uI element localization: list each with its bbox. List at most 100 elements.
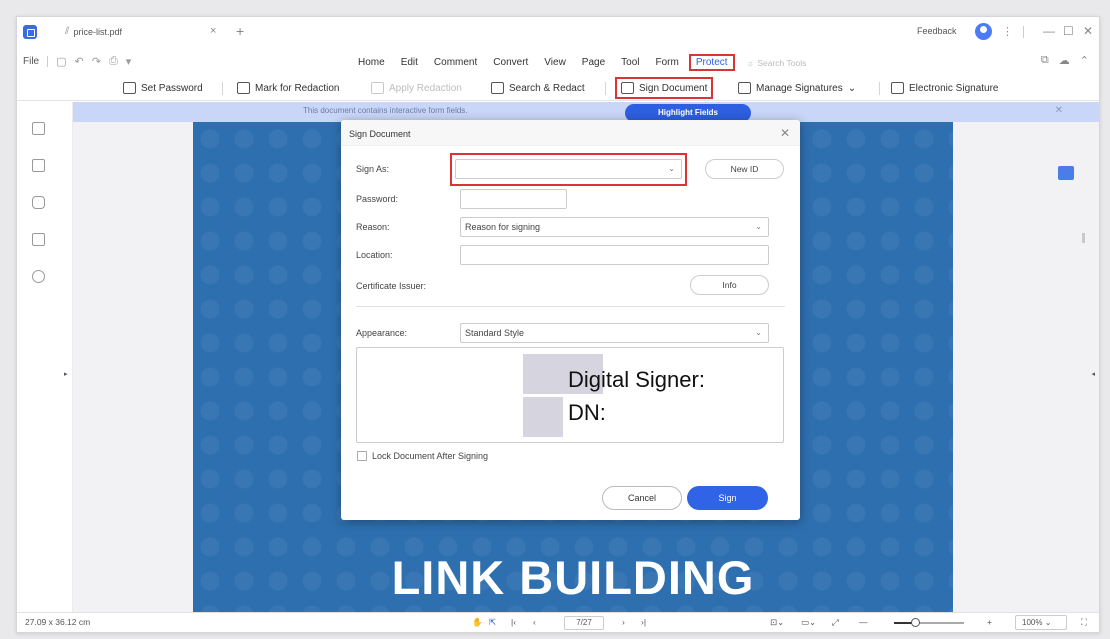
undo-icon[interactable]: ↶ — [75, 55, 84, 68]
file-menu[interactable]: File — [23, 56, 39, 67]
quick-access-bar: File ▢ ↶ ↷ ⎙ ▾ — [23, 55, 131, 68]
chevron-down-icon: ⌄ — [755, 328, 762, 337]
apply-redaction-button[interactable]: Apply Redaction — [371, 79, 462, 97]
print-icon[interactable]: ⎙ — [109, 55, 118, 68]
info-button[interactable]: Info — [690, 275, 769, 295]
page-layout-icon[interactable]: ⊡⌄ — [770, 617, 784, 628]
sign-button[interactable]: Sign — [687, 486, 768, 510]
feedback-link[interactable]: Feedback — [917, 26, 957, 36]
previous-page-icon[interactable]: ‹ — [533, 617, 536, 627]
sign-document-button[interactable]: Sign Document — [615, 77, 714, 99]
preview-image-block — [523, 397, 563, 437]
new-id-button[interactable]: New ID — [705, 159, 784, 179]
location-field[interactable] — [460, 245, 769, 265]
zoom-slider-handle[interactable] — [911, 618, 920, 627]
minimize-icon[interactable]: — — [1043, 24, 1055, 38]
customize-dropdown-icon[interactable]: ▾ — [126, 55, 132, 68]
electronic-signature-button[interactable]: Electronic Signature — [891, 79, 999, 97]
menu-home[interactable]: Home — [350, 57, 393, 68]
lock-document-checkbox[interactable] — [357, 451, 367, 461]
pdf-file-icon: ⫽ — [65, 26, 70, 37]
zoom-slider[interactable] — [894, 622, 964, 624]
menu-view[interactable]: View — [536, 57, 574, 68]
reason-select[interactable]: Reason for signing ⌄ — [460, 217, 769, 237]
cloud-upload-icon[interactable]: ☁ — [1059, 54, 1070, 67]
first-page-icon[interactable]: |‹ — [511, 617, 516, 627]
lightbulb-icon: ☼ — [746, 57, 755, 68]
comment-icon[interactable] — [32, 196, 45, 209]
status-bar: 27.09 x 36.12 cm ✋ ⇱ |‹ ‹ 7/27 › ›| ⊡⌄ ▭… — [17, 612, 1099, 632]
menu-comment[interactable]: Comment — [426, 57, 485, 68]
zoom-out-icon[interactable]: — — [859, 617, 868, 627]
collapse-ribbon-icon[interactable]: ⌃ — [1080, 54, 1089, 67]
zoom-value: 100% — [1022, 618, 1043, 627]
select-tool-icon[interactable]: ⇱ — [489, 617, 496, 628]
expand-sidebar-icon[interactable]: ▸ — [64, 370, 68, 378]
hand-tool-icon[interactable]: ✋ — [472, 617, 483, 628]
lock-document-option[interactable]: Lock Document After Signing — [357, 451, 488, 461]
word-convert-icon[interactable] — [1058, 166, 1074, 180]
zoom-in-icon[interactable]: + — [987, 617, 992, 627]
divider — [1023, 26, 1024, 38]
certificate-issuer-label: Certificate Issuer: — [356, 281, 427, 291]
close-dialog-icon[interactable]: ✕ — [780, 126, 790, 140]
signature-icon — [738, 82, 751, 94]
menu-page[interactable]: Page — [574, 57, 613, 68]
chevron-down-icon: ⌄ — [847, 82, 857, 94]
chevron-down-icon: ⌄ — [755, 222, 762, 231]
cancel-button[interactable]: Cancel — [602, 486, 682, 510]
menu-form[interactable]: Form — [648, 57, 687, 68]
password-field[interactable] — [460, 189, 567, 209]
sign-document-dialog: Sign Document ✕ Sign As: ⌄ New ID Passwo… — [341, 120, 800, 520]
bookmark-icon[interactable] — [32, 159, 45, 172]
manage-signatures-label: Manage Signatures — [756, 82, 843, 94]
sign-as-label: Sign As: — [356, 164, 390, 174]
more-options-icon[interactable]: ⋮ — [1002, 25, 1013, 38]
location-label: Location: — [356, 250, 393, 260]
dialog-title: Sign Document — [349, 129, 411, 139]
appearance-select[interactable]: Standard Style ⌄ — [460, 323, 769, 343]
manage-signatures-button[interactable]: Manage Signatures ⌄ — [738, 79, 856, 97]
search-tools[interactable]: ☼ Search Tools — [747, 58, 807, 68]
highlight-box — [450, 153, 687, 186]
password-label: Password: — [356, 194, 399, 204]
left-sidebar: ▸ — [17, 102, 73, 612]
tab-title: price-list.pdf — [73, 26, 122, 37]
fit-page-icon[interactable]: ⤢ — [832, 617, 839, 628]
new-tab-icon[interactable]: + — [236, 23, 244, 39]
appearance-label: Appearance: — [356, 328, 408, 338]
redo-icon[interactable]: ↷ — [92, 55, 101, 68]
document-tab[interactable]: ⫽ price-list.pdf — [65, 26, 122, 37]
apply-redaction-label: Apply Redaction — [389, 82, 462, 94]
maximize-icon[interactable]: ☐ — [1063, 24, 1074, 38]
last-page-icon[interactable]: ›| — [641, 617, 646, 627]
mark-for-redaction-label: Mark for Redaction — [255, 82, 340, 94]
zoom-select[interactable]: 100% ⌄ — [1015, 615, 1067, 630]
electronic-signature-icon — [891, 82, 904, 94]
search-icon[interactable] — [32, 270, 45, 283]
page-number-input[interactable]: 7/27 — [564, 616, 604, 630]
share-icon[interactable]: ⧉ — [1041, 54, 1049, 67]
fullscreen-icon[interactable]: ⛶ — [1081, 617, 1087, 628]
menu-protect[interactable]: Protect — [688, 54, 735, 71]
thumbnails-icon[interactable] — [32, 122, 45, 135]
close-notice-icon[interactable]: ✕ — [1055, 105, 1063, 116]
mark-for-redaction-button[interactable]: Mark for Redaction — [237, 79, 339, 97]
search-redact-button[interactable]: Search & Redact — [491, 79, 585, 97]
scrollbar-thumb[interactable] — [1082, 233, 1085, 243]
menu-convert[interactable]: Convert — [485, 57, 536, 68]
attachment-icon[interactable] — [32, 233, 45, 246]
save-icon[interactable]: ▢ — [56, 55, 66, 68]
close-window-icon[interactable]: ✕ — [1083, 24, 1093, 38]
menu-tool[interactable]: Tool — [613, 57, 647, 68]
expand-right-panel-icon[interactable]: ◂ — [1091, 370, 1095, 378]
tab-close-icon[interactable]: × — [210, 25, 216, 37]
divider — [222, 82, 223, 95]
menu-edit[interactable]: Edit — [393, 57, 426, 68]
avatar[interactable] — [975, 23, 992, 40]
next-page-icon[interactable]: › — [622, 617, 625, 627]
reason-value: Reason for signing — [465, 222, 541, 232]
set-password-button[interactable]: Set Password — [123, 79, 203, 97]
lock-icon — [123, 82, 136, 94]
view-mode-icon[interactable]: ▭⌄ — [801, 617, 816, 628]
